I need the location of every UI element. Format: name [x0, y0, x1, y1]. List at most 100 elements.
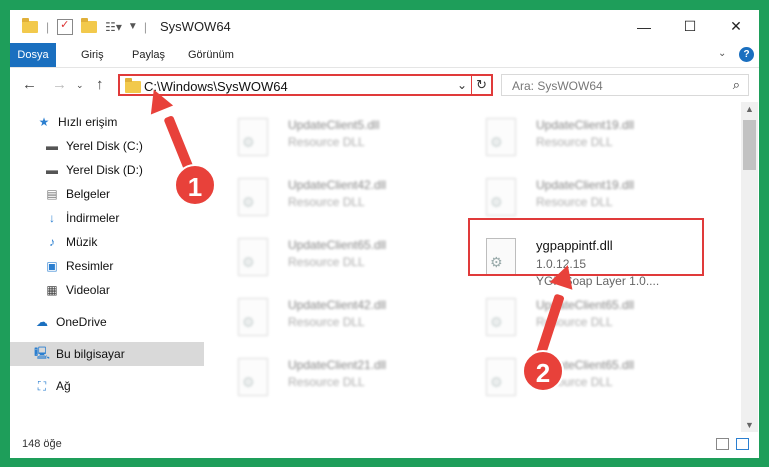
sidebar-item-label: Videolar: [66, 283, 110, 297]
search-placeholder[interactable]: Ara: SysWOW64: [512, 79, 603, 93]
sidebar-item-local-disk-c[interactable]: ▬ Yerel Disk (C:) 📌: [10, 134, 238, 158]
dll-file-icon: [238, 178, 268, 216]
toolbar-separator: |: [46, 19, 50, 34]
tab-home[interactable]: Giriş: [71, 43, 114, 67]
computer-icon: 🖳: [34, 345, 51, 360]
tab-file[interactable]: Dosya: [10, 43, 56, 67]
file-type: Resource DLL: [288, 195, 365, 209]
quick-access-toolbar: | ✓ ☷▾ ▼ |: [22, 10, 147, 43]
close-button[interactable]: ✕: [713, 10, 759, 43]
item-count: 148 öğe: [22, 438, 62, 450]
tab-view[interactable]: Görünüm: [178, 43, 244, 67]
properties-icon[interactable]: ✓: [57, 18, 74, 35]
sidebar-item-pictures[interactable]: ▣ Resimler 📌: [10, 254, 238, 278]
help-icon[interactable]: ?: [739, 47, 754, 62]
dll-file-icon: [238, 358, 268, 396]
back-button[interactable]: ←: [22, 76, 37, 93]
file-name: UpdateClient19.dll: [536, 178, 635, 192]
file-item[interactable]: UpdateClient21.dll Resource DLL: [226, 350, 466, 406]
new-folder-icon[interactable]: [81, 17, 98, 33]
window-title: SysWOW64: [160, 19, 231, 34]
dll-file-icon: [486, 118, 516, 156]
file-item[interactable]: UpdateClient65.dll Resource DLL: [474, 290, 714, 346]
sidebar-item-videos[interactable]: ▦ Videolar 📌: [10, 278, 238, 302]
dll-file-icon: [486, 178, 516, 216]
sidebar-item-label: Belgeler: [66, 187, 111, 201]
file-name: UpdateClient42.dll: [288, 298, 387, 312]
file-item[interactable]: UpdateClient5.dll Resource DLL: [226, 110, 466, 166]
videos-icon: ▦: [46, 283, 58, 297]
annotation-badge-2: 2: [522, 350, 564, 392]
sidebar-item-label: Ağ: [56, 379, 71, 393]
file-type: Resource DLL: [288, 135, 365, 149]
music-icon: ♪: [49, 235, 55, 249]
file-item[interactable]: UpdateClient42.dll Resource DLL: [226, 170, 466, 226]
dll-file-icon: [486, 298, 516, 336]
download-icon: ↓: [49, 211, 55, 225]
details-view-icon[interactable]: [716, 438, 729, 450]
file-item[interactable]: UpdateClient65.dll Resource DLL: [474, 350, 714, 406]
maximize-button[interactable]: ☐: [667, 10, 713, 43]
file-type: Resource DLL: [536, 135, 613, 149]
file-type: Resource DLL: [288, 375, 365, 389]
star-icon: ★: [38, 115, 50, 129]
folder-icon: [125, 78, 141, 93]
highlight-box: [468, 218, 704, 276]
address-bar[interactable]: C:\Windows\SysWOW64 ⌄ ↻: [118, 74, 493, 96]
address-separator: [471, 76, 472, 94]
sidebar-item-music[interactable]: ♪ Müzik 📌: [10, 230, 238, 254]
minimize-button[interactable]: —: [621, 10, 667, 43]
sidebar-item-this-pc[interactable]: 🖳 Bu bilgisayar: [10, 342, 204, 366]
chevron-down-icon[interactable]: ▼: [128, 21, 138, 32]
ribbon: Dosya Giriş Paylaş Görünüm ⌄ ?: [10, 43, 759, 68]
file-name: UpdateClient65.dll: [288, 238, 387, 252]
file-name: UpdateClient21.dll: [288, 358, 387, 372]
search-icon[interactable]: ⌕: [733, 77, 740, 93]
file-name: UpdateClient19.dll: [536, 118, 635, 132]
vertical-scrollbar[interactable]: ▲ ▼: [741, 102, 758, 432]
refresh-icon[interactable]: ↻: [476, 77, 487, 93]
sidebar-item-quick-access[interactable]: ★ Hızlı erişim: [10, 110, 230, 134]
tab-share[interactable]: Paylaş: [122, 43, 175, 67]
sidebar-item-onedrive[interactable]: ☁ OneDrive: [10, 310, 228, 334]
search-box[interactable]: Ara: SysWOW64 ⌕: [501, 74, 749, 96]
sidebar-item-network[interactable]: ⛶ Ağ: [10, 374, 228, 398]
sidebar-item-label: Müzik: [66, 235, 98, 249]
sidebar-item-label: İndirmeler: [66, 211, 120, 225]
scroll-up-icon[interactable]: ▲: [745, 104, 754, 114]
toolbar-separator: |: [143, 19, 147, 34]
drive-icon: ▬: [46, 139, 58, 153]
dll-file-icon: [238, 238, 268, 276]
scroll-down-icon[interactable]: ▼: [745, 420, 754, 430]
sidebar-item-label: Resimler: [66, 259, 114, 273]
chevron-down-icon[interactable]: ⌄: [457, 78, 467, 92]
sidebar-item-label: Bu bilgisayar: [56, 347, 125, 361]
file-type: Resource DLL: [288, 315, 365, 329]
file-type: Resource DLL: [536, 195, 613, 209]
annotation-badge-1: 1: [174, 164, 216, 206]
sidebar-item-label: Yerel Disk (D:): [66, 163, 143, 177]
customize-icon[interactable]: ☷▾: [105, 20, 122, 34]
status-bar: 148 öğe: [10, 432, 759, 458]
file-name: UpdateClient5.dll: [288, 118, 380, 132]
sidebar-item-label: Yerel Disk (C:): [66, 139, 143, 153]
scroll-thumb[interactable]: [743, 120, 756, 170]
folder-icon: [22, 17, 38, 33]
file-item[interactable]: UpdateClient19.dll Resource DLL: [474, 110, 714, 166]
network-icon: ⛶: [37, 378, 47, 393]
expand-ribbon-icon[interactable]: ⌄: [718, 48, 726, 59]
sidebar-item-downloads[interactable]: ↓ İndirmeler 📌: [10, 206, 238, 230]
up-button[interactable]: ↑: [96, 76, 104, 93]
documents-icon: ▤: [46, 187, 58, 201]
file-name: UpdateClient42.dll: [288, 178, 387, 192]
title-bar: | ✓ ☷▾ ▼ | SysWOW64 — ☐ ✕: [10, 10, 759, 43]
cloud-icon: ☁: [36, 315, 48, 329]
file-item[interactable]: UpdateClient65.dll Resource DLL: [226, 230, 466, 286]
forward-button[interactable]: →: [52, 76, 67, 93]
large-icons-view-icon[interactable]: [736, 438, 749, 450]
recent-locations-button[interactable]: ⌄: [76, 80, 84, 91]
dll-file-icon: [238, 118, 268, 156]
dll-file-icon: [238, 298, 268, 336]
file-item[interactable]: UpdateClient42.dll Resource DLL: [226, 290, 466, 346]
sidebar-item-label: OneDrive: [56, 315, 107, 329]
